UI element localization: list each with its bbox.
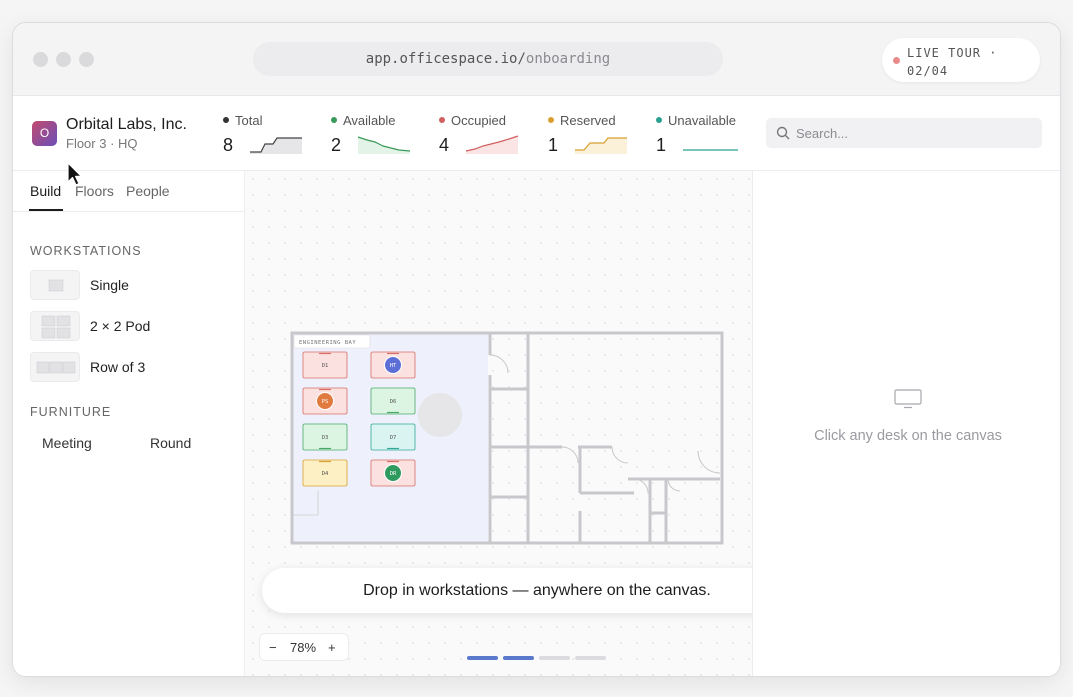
sparkline-reserved <box>575 137 627 154</box>
sparkline-occupied <box>465 135 519 154</box>
org-name: Orbital Labs, Inc. <box>66 116 187 133</box>
desk-label: PS <box>322 399 329 405</box>
url-path: onboarding <box>525 51 611 67</box>
sparkline-total <box>250 137 302 154</box>
desk-label: DR <box>390 471 397 477</box>
details-panel: Click any desk on the canvas <box>752 171 1060 676</box>
workstation-label: Row of 3 <box>90 359 146 375</box>
app-window: app.officespace.io/onboarding LIVE TOUR … <box>12 22 1061 677</box>
workstation-label: 2 × 2 Pod <box>90 318 151 334</box>
monitor-icon <box>894 389 922 409</box>
workstations-heading: WORKSTATIONS <box>30 244 142 258</box>
stat-label: Available <box>331 113 396 128</box>
onboarding-hint: Drop in workstations — anywhere on the c… <box>262 568 812 613</box>
floor-plan[interactable]: ENGINEERING BAY D1 HTPS D6D3 D7D4 DR <box>290 331 724 547</box>
tab-build[interactable]: Build <box>30 183 61 199</box>
stat-label: Occupied <box>439 113 506 128</box>
desk-d1[interactable]: D1 <box>302 351 348 379</box>
tour-step-indicator <box>467 656 498 660</box>
workstation-row[interactable]: Row of 3 <box>30 352 230 382</box>
tour-progress <box>467 647 611 665</box>
pod-desk-thumbnail <box>30 311 80 341</box>
window-close-dot[interactable] <box>33 52 48 67</box>
furniture-heading: FURNITURE <box>30 405 112 419</box>
empty-state-text: Click any desk on the canvas <box>814 428 1002 444</box>
sparkline-available <box>357 136 411 154</box>
workstation-single[interactable]: Single <box>30 270 230 300</box>
window-maximize-dot[interactable] <box>79 52 94 67</box>
desk-label: D4 <box>322 471 329 477</box>
tour-step-indicator <box>503 656 534 660</box>
stat-value: 1 <box>548 135 559 155</box>
org-floor: Floor 3 · HQ <box>66 136 138 151</box>
stat-value: 1 <box>656 135 667 155</box>
app-header: O Orbital Labs, Inc. Floor 3 · HQ Total … <box>13 96 1060 171</box>
stat-value: 2 <box>331 135 342 155</box>
desk-ps[interactable]: PS <box>302 387 348 415</box>
stat-value: 4 <box>439 135 450 155</box>
zoom-level: 78% <box>290 640 317 655</box>
desk-dr[interactable]: DR <box>370 459 416 487</box>
build-panel: Build Floors People WORKSTATIONS Single … <box>13 171 245 676</box>
zone-label: ENGINEERING BAY <box>299 340 356 346</box>
tab-people[interactable]: People <box>126 183 170 199</box>
active-tab-indicator <box>29 209 63 211</box>
furniture-meeting[interactable]: Meeting <box>42 435 92 451</box>
search-input[interactable] <box>796 118 1036 148</box>
search-box[interactable] <box>766 118 1042 148</box>
desk-d7[interactable]: D7 <box>370 423 416 451</box>
stat-label: Reserved <box>548 113 616 128</box>
desk-ht[interactable]: HT <box>370 351 416 379</box>
single-desk-thumbnail <box>30 270 80 300</box>
stat-label: Total <box>223 113 262 128</box>
desk-d6[interactable]: D6 <box>370 387 416 415</box>
zoom-out-button[interactable]: − <box>269 640 277 655</box>
zoom-control: − 78% + <box>259 633 349 661</box>
desk-label: HT <box>390 363 397 369</box>
tour-step-indicator <box>539 656 570 660</box>
panel-tabs: Build Floors People <box>13 171 245 212</box>
desk-d3[interactable]: D3 <box>302 423 348 451</box>
url-host: app.officespace.io/ <box>365 51 526 67</box>
desk-d4[interactable]: D4 <box>302 459 348 487</box>
row-desk-thumbnail <box>30 352 80 382</box>
stat-value: 8 <box>223 135 234 155</box>
desk-label: D3 <box>322 435 329 441</box>
mouse-cursor-icon <box>67 162 83 186</box>
zoom-in-button[interactable]: + <box>328 640 336 655</box>
tour-step-indicator <box>575 656 606 660</box>
desk-label: D6 <box>390 399 397 405</box>
address-bar[interactable]: app.officespace.io/onboarding <box>253 42 723 76</box>
desk-label: D7 <box>390 435 397 441</box>
browser-titlebar: app.officespace.io/onboarding LIVE TOUR … <box>13 23 1060 96</box>
sparkline-unavailable <box>683 149 738 151</box>
round-table[interactable] <box>418 393 462 437</box>
stat-label: Unavailable <box>656 113 736 128</box>
live-tour-step: 02/04 <box>907 64 949 78</box>
workstation-label: Single <box>90 277 129 293</box>
floor-canvas[interactable]: ENGINEERING BAY D1 HT PS D6 D3 D7 D4 DR … <box>245 171 812 676</box>
search-icon <box>776 126 790 140</box>
live-tour-badge: LIVE TOUR · 02/04 <box>882 38 1040 82</box>
live-indicator-dot <box>893 57 900 64</box>
live-tour-label: LIVE TOUR · <box>907 46 998 60</box>
workstation-pod[interactable]: 2 × 2 Pod <box>30 311 230 341</box>
org-logo[interactable]: O <box>32 121 57 146</box>
window-minimize-dot[interactable] <box>56 52 71 67</box>
desk-label: D1 <box>322 363 329 369</box>
furniture-round[interactable]: Round <box>150 435 191 451</box>
